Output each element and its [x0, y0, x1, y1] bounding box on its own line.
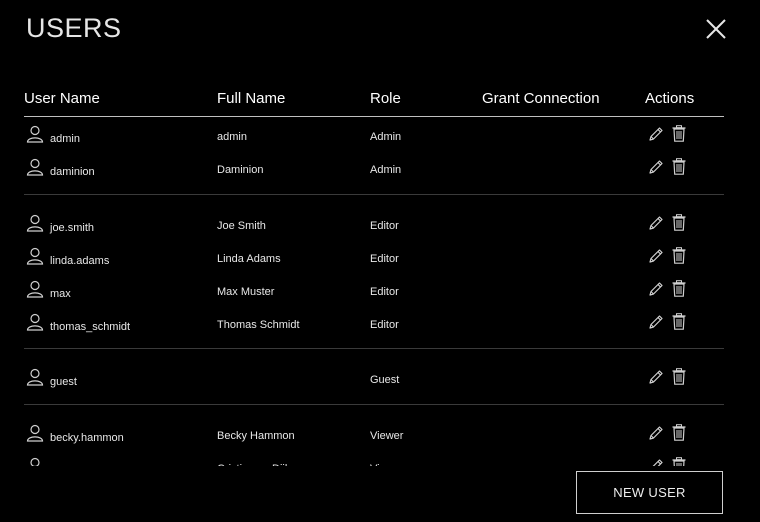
pencil-icon[interactable]: [648, 369, 664, 385]
cell-full-name: Thomas Schmidt: [217, 319, 300, 331]
trash-icon[interactable]: [672, 125, 686, 142]
cell-full-name: Linda Adams: [217, 253, 281, 265]
user-icon: [26, 313, 44, 331]
cell-full-name: Max Muster: [217, 286, 275, 298]
pencil-icon[interactable]: [648, 314, 664, 330]
pencil-icon[interactable]: [648, 281, 664, 297]
user-icon: [26, 125, 44, 143]
trash-icon[interactable]: [672, 247, 686, 264]
trash-icon[interactable]: [672, 457, 686, 466]
table-row[interactable]: guest Guest: [24, 368, 724, 392]
pencil-icon[interactable]: [648, 458, 664, 466]
cell-role: Editor: [370, 319, 399, 331]
pencil-icon[interactable]: [648, 425, 664, 441]
cell-full-name: Joe Smith: [217, 220, 266, 232]
pencil-icon[interactable]: [648, 126, 664, 142]
trash-icon[interactable]: [672, 424, 686, 441]
cell-full-name: Cristie van Dijk: [217, 463, 290, 466]
user-icon: [26, 214, 44, 232]
cell-role: Editor: [370, 286, 399, 298]
cell-role: Viewer: [370, 430, 404, 442]
trash-icon[interactable]: [672, 313, 686, 330]
group-divider: [24, 404, 724, 405]
cell-role: Editor: [370, 220, 399, 232]
cell-user-name: admin: [50, 133, 80, 145]
table-row[interactable]: cristie.vandijk Cristie van Dijk Viewer: [24, 457, 724, 466]
trash-icon[interactable]: [672, 368, 686, 385]
user-icon: [26, 158, 44, 176]
table-row[interactable]: thomas_schmidt Thomas Schmidt Editor: [24, 313, 724, 337]
pencil-icon[interactable]: [648, 215, 664, 231]
cell-user-name: guest: [50, 376, 77, 388]
cell-role: Admin: [370, 164, 402, 176]
table-row[interactable]: joe.smith Joe Smith Editor: [24, 214, 724, 238]
table-row[interactable]: becky.hammon Becky Hammon Viewer: [24, 424, 724, 448]
cell-full-name: Daminion: [217, 164, 264, 176]
table-row[interactable]: daminion Daminion Admin: [24, 158, 724, 182]
cell-user-name: linda.adams: [50, 255, 110, 267]
cell-user-name: becky.hammon: [50, 432, 124, 444]
pencil-icon[interactable]: [648, 248, 664, 264]
cell-role: Admin: [370, 131, 402, 143]
cell-role: Viewer: [370, 463, 403, 466]
user-icon: [26, 280, 44, 298]
cell-user-name: thomas_schmidt: [50, 321, 131, 333]
group-divider: [24, 348, 724, 349]
trash-icon[interactable]: [672, 280, 686, 297]
pencil-icon[interactable]: [648, 159, 664, 175]
table-row[interactable]: admin admin Admin: [24, 125, 724, 149]
user-icon: [26, 457, 44, 466]
cell-user-name: daminion: [50, 166, 95, 178]
cell-user-name: cristie.vandijk: [50, 465, 116, 466]
users-table-body: admin admin Admin daminion Daminion Admin joe.…: [0, 0, 760, 466]
cell-user-name: joe.smith: [50, 222, 95, 234]
user-icon: [26, 368, 44, 386]
cell-full-name: Becky Hammon: [217, 430, 295, 442]
cell-role: Editor: [370, 253, 399, 265]
cell-user-name: max: [50, 288, 71, 300]
user-icon: [26, 424, 44, 442]
user-icon: [26, 247, 44, 265]
cell-full-name: admin: [217, 131, 247, 143]
group-divider: [24, 194, 724, 195]
new-user-button[interactable]: NEW USER: [576, 471, 723, 514]
trash-icon[interactable]: [672, 214, 686, 231]
table-row[interactable]: max Max Muster Editor: [24, 280, 724, 304]
table-row[interactable]: linda.adams Linda Adams Editor: [24, 247, 724, 271]
trash-icon[interactable]: [672, 158, 686, 175]
cell-role: Guest: [370, 374, 400, 386]
